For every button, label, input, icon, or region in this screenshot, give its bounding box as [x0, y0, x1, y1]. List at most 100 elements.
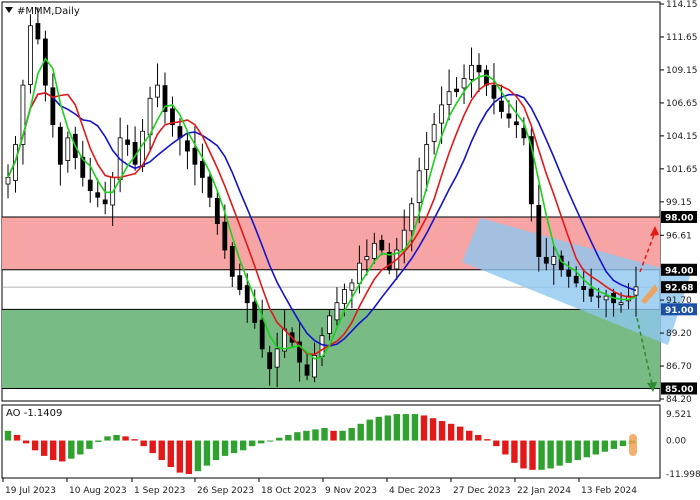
price-tick-label: 89.20 [666, 329, 692, 339]
ao-bar [230, 440, 238, 454]
ao-bar [438, 421, 446, 441]
ao-bar [258, 440, 265, 444]
ao-bar [411, 414, 419, 441]
ao-bar [285, 434, 292, 441]
ao-bar [303, 430, 310, 441]
ao-bar [619, 440, 627, 447]
candle-body [222, 221, 228, 251]
ao-bar [447, 423, 455, 441]
candle-body [244, 285, 250, 304]
price-tick-label: 111.65 [666, 33, 698, 43]
ao-bar [77, 440, 84, 455]
ao-bar [68, 440, 75, 459]
candle-body [50, 87, 56, 126]
ao-bar [375, 416, 382, 441]
ao-bar [493, 440, 500, 447]
candle-body [252, 301, 258, 323]
ao-bar [592, 440, 600, 455]
candle-body [87, 179, 93, 192]
candle-body [499, 100, 504, 112]
candle-body [57, 126, 63, 165]
candle-body [229, 245, 235, 277]
ao-bar [402, 414, 410, 441]
time-tick-label: 4 Dec 2023 [389, 486, 441, 496]
time-tick-label: 22 Jan 2024 [517, 486, 571, 496]
trading-chart[interactable]: #MMM,Daily 114.15 111.65 109.15 106.65 104.1… [0, 0, 700, 500]
ao-bar [547, 440, 554, 469]
candle-body [5, 177, 11, 185]
price-tick-label: 84.20 [666, 395, 692, 405]
ao-bar [393, 414, 401, 441]
candle-body [147, 97, 153, 136]
candle-body [327, 315, 332, 334]
candle-body [551, 256, 557, 265]
time-tick-label: 1 Sep 2023 [134, 486, 185, 496]
ao-tick-label: -11.998 [666, 470, 700, 480]
candle-body [214, 197, 220, 224]
ao-bar [239, 440, 247, 451]
candle-body [102, 199, 108, 205]
ao-bar [149, 440, 156, 454]
price-tick-label: 101.65 [666, 165, 698, 175]
ao-axis: 9.521 0.00 -11.998 [666, 410, 700, 480]
ao-bar [203, 440, 211, 466]
candle-body [491, 84, 497, 99]
ao-bar [13, 434, 21, 441]
ao-bar [565, 440, 572, 463]
candle-body [185, 140, 190, 152]
candle-body [573, 275, 579, 284]
ao-tick-label: 0.00 [666, 437, 686, 447]
ao-bar [50, 440, 57, 461]
ao-bar [466, 430, 473, 441]
candle-body [439, 104, 445, 124]
ao-bar [520, 440, 527, 469]
candle-body [633, 286, 639, 296]
ao-bar [248, 440, 256, 447]
price-tick-label: 99.15 [666, 198, 692, 208]
ao-tick-label: 9.521 [666, 410, 692, 420]
candle-body [259, 319, 265, 350]
triangle-down-icon[interactable] [5, 7, 13, 13]
candle-body [431, 124, 437, 142]
ao-title: AO -1.1409 [6, 408, 62, 419]
ao-bar [312, 429, 319, 441]
candle-body [364, 256, 370, 261]
candle-body [484, 69, 489, 86]
candle-body [237, 275, 243, 290]
time-tick-label: 27 Dec 2023 [453, 486, 511, 496]
candle-body [506, 113, 512, 119]
candle-body [35, 23, 41, 40]
ao-bar [158, 440, 165, 461]
candle-body [304, 364, 310, 376]
ao-bar [456, 426, 464, 441]
candle-body [274, 348, 280, 368]
candle-body [199, 160, 205, 178]
price-tick-label: 109.15 [666, 66, 698, 76]
price-badge-label: 85.00 [665, 385, 693, 395]
ao-bar [86, 440, 93, 449]
time-axis: 19 Jul 2023 10 Aug 2023 1 Sep 2023 26 Sep 2… [2, 478, 637, 496]
ao-bar [556, 440, 563, 466]
ao-bar [131, 439, 138, 441]
candle-body [155, 84, 160, 98]
ao-bar [610, 440, 618, 449]
price-badge-label: 98.00 [665, 213, 693, 223]
candle-body [424, 144, 430, 170]
time-tick-label: 9 Nov 2023 [325, 486, 377, 496]
ao-bar [538, 440, 545, 470]
ao-bar [366, 419, 373, 441]
ao-bar [59, 440, 66, 462]
ao-bar [113, 434, 120, 441]
candle-body [192, 147, 198, 165]
ao-bar [420, 415, 428, 441]
ao-bar [140, 440, 147, 447]
price-tick-label: 114.15 [666, 0, 698, 10]
candle-body [618, 302, 624, 305]
time-tick-label: 13 Feb 2024 [581, 486, 637, 496]
ao-bar [176, 440, 184, 473]
ao-bar [601, 440, 609, 452]
candle-body [379, 239, 385, 251]
candle-body [581, 286, 587, 290]
candle-body [566, 269, 572, 277]
price-tick-label: 104.15 [666, 132, 698, 142]
